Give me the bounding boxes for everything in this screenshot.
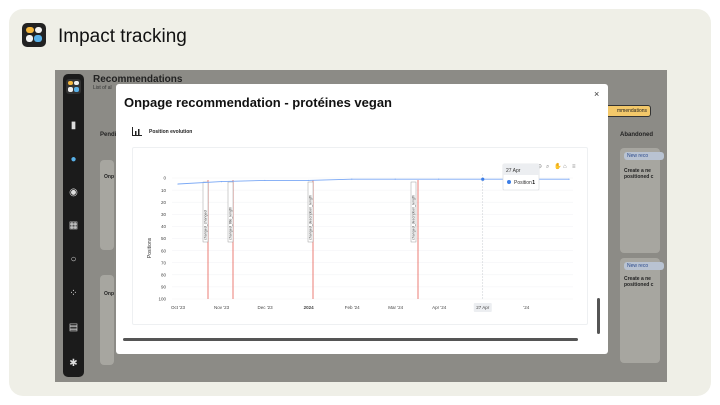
annotation-label: changed_changed — [203, 210, 207, 240]
magnifier-icon[interactable]: ⌕ — [546, 164, 549, 170]
recommendations-action-button[interactable]: mmendations — [603, 105, 651, 117]
app-page-subtitle: List of al — [93, 85, 112, 91]
crosshair-marker — [481, 177, 485, 181]
apps-icon[interactable]: ⁘ — [67, 287, 80, 300]
x-tick-label: Feb '24 — [345, 305, 360, 310]
table-icon[interactable]: ▤ — [67, 321, 80, 334]
x-tick-label: '24 — [523, 305, 529, 310]
gear-icon[interactable]: ✱ — [67, 357, 80, 370]
series-point — [307, 179, 309, 182]
x-tick-label: Apr '24 — [432, 305, 447, 310]
app-screenshot: ▮ ● ◉ ▦ ○ ⁘ ▤ ✱ Recommendations List of … — [55, 70, 667, 382]
chart-icon[interactable]: ▮ — [67, 119, 80, 132]
position-chart: ⊕ ⊖ ⌕ ✋ ⌂ ≡ 0102030405060708090100Oct '2… — [147, 162, 576, 312]
x-tick-label: Mar '24 — [388, 305, 403, 310]
eye-icon[interactable]: ◉ — [67, 186, 80, 199]
series-point — [568, 178, 570, 180]
card[interactable]: Onp — [100, 160, 114, 250]
close-icon[interactable]: × — [594, 89, 599, 99]
tooltip-marker — [507, 180, 511, 184]
status-badge: New reco — [624, 152, 664, 160]
series-point — [220, 181, 223, 183]
pan-hand-icon[interactable]: ✋ — [554, 162, 561, 170]
status-badge: New reco — [624, 262, 664, 270]
check-circle-icon[interactable]: ● — [67, 153, 80, 166]
y-tick-label: 70 — [161, 260, 167, 265]
app-sidebar: ▮ ● ◉ ▦ ○ ⁘ ▤ ✱ — [63, 74, 84, 377]
y-tick-label: 60 — [161, 248, 167, 253]
x-tick-label: 2024 — [304, 305, 315, 310]
x-tick-label: 27 Apr — [476, 305, 490, 310]
series-point — [264, 179, 266, 182]
annotation-label: changed_description_length — [411, 195, 415, 240]
annotation-label: changed_description_length — [308, 195, 312, 240]
y-axis-title: Positions — [147, 237, 153, 258]
modal-title: Onpage recommendation - protéines vegan — [124, 95, 392, 110]
x-tick-label: Nov '23 — [214, 305, 230, 310]
y-tick-label: 0 — [163, 176, 166, 181]
tooltip-date: 27 Apr — [506, 168, 521, 174]
grid-icon[interactable]: ▦ — [67, 219, 80, 232]
y-tick-label: 80 — [161, 273, 167, 278]
bar-chart-icon — [132, 127, 142, 136]
x-tick-label: Dec '23 — [258, 305, 274, 310]
menu-icon[interactable]: ≡ — [572, 164, 576, 170]
y-tick-label: 100 — [158, 297, 166, 302]
column-abandoned-title: Abandoned — [620, 132, 653, 138]
card[interactable]: New reco Create a ne positioned c — [620, 148, 664, 253]
column-pending-title: Pendi — [100, 132, 117, 138]
recommendation-modal: Onpage recommendation - protéines vegan … — [116, 84, 608, 354]
card[interactable]: Onp — [100, 275, 114, 365]
y-tick-label: 10 — [161, 188, 167, 193]
tooltip: 27 Apr Position 1 — [502, 163, 540, 191]
page-header-title: Impact tracking — [58, 26, 187, 47]
series-point — [177, 183, 179, 185]
card[interactable]: New reco Create a ne positioned c — [620, 258, 664, 363]
tooltip-series: Position — [514, 180, 532, 186]
series-point — [394, 178, 396, 180]
y-tick-label: 40 — [161, 224, 167, 229]
sidebar-logo-icon — [66, 79, 81, 94]
x-tick-label: Oct '23 — [171, 305, 186, 310]
annotation-label: changed_title_length — [228, 207, 232, 240]
section-title: Position evolution — [149, 129, 193, 135]
horizontal-scrollbar[interactable] — [123, 338, 578, 341]
y-tick-label: 20 — [161, 200, 167, 205]
y-tick-label: 50 — [161, 236, 167, 241]
chart-container: ⊕ ⊖ ⌕ ✋ ⌂ ≡ 0102030405060708090100Oct '2… — [132, 147, 588, 325]
y-tick-label: 90 — [161, 285, 167, 290]
search-icon[interactable]: ○ — [67, 253, 80, 266]
y-tick-label: 30 — [161, 212, 167, 217]
series-point — [351, 178, 353, 180]
home-icon[interactable]: ⌂ — [563, 164, 567, 170]
tooltip-value: 1 — [532, 180, 535, 186]
vertical-scrollbar[interactable] — [597, 298, 600, 334]
app-logo-icon — [22, 23, 46, 47]
series-point — [438, 178, 440, 180]
